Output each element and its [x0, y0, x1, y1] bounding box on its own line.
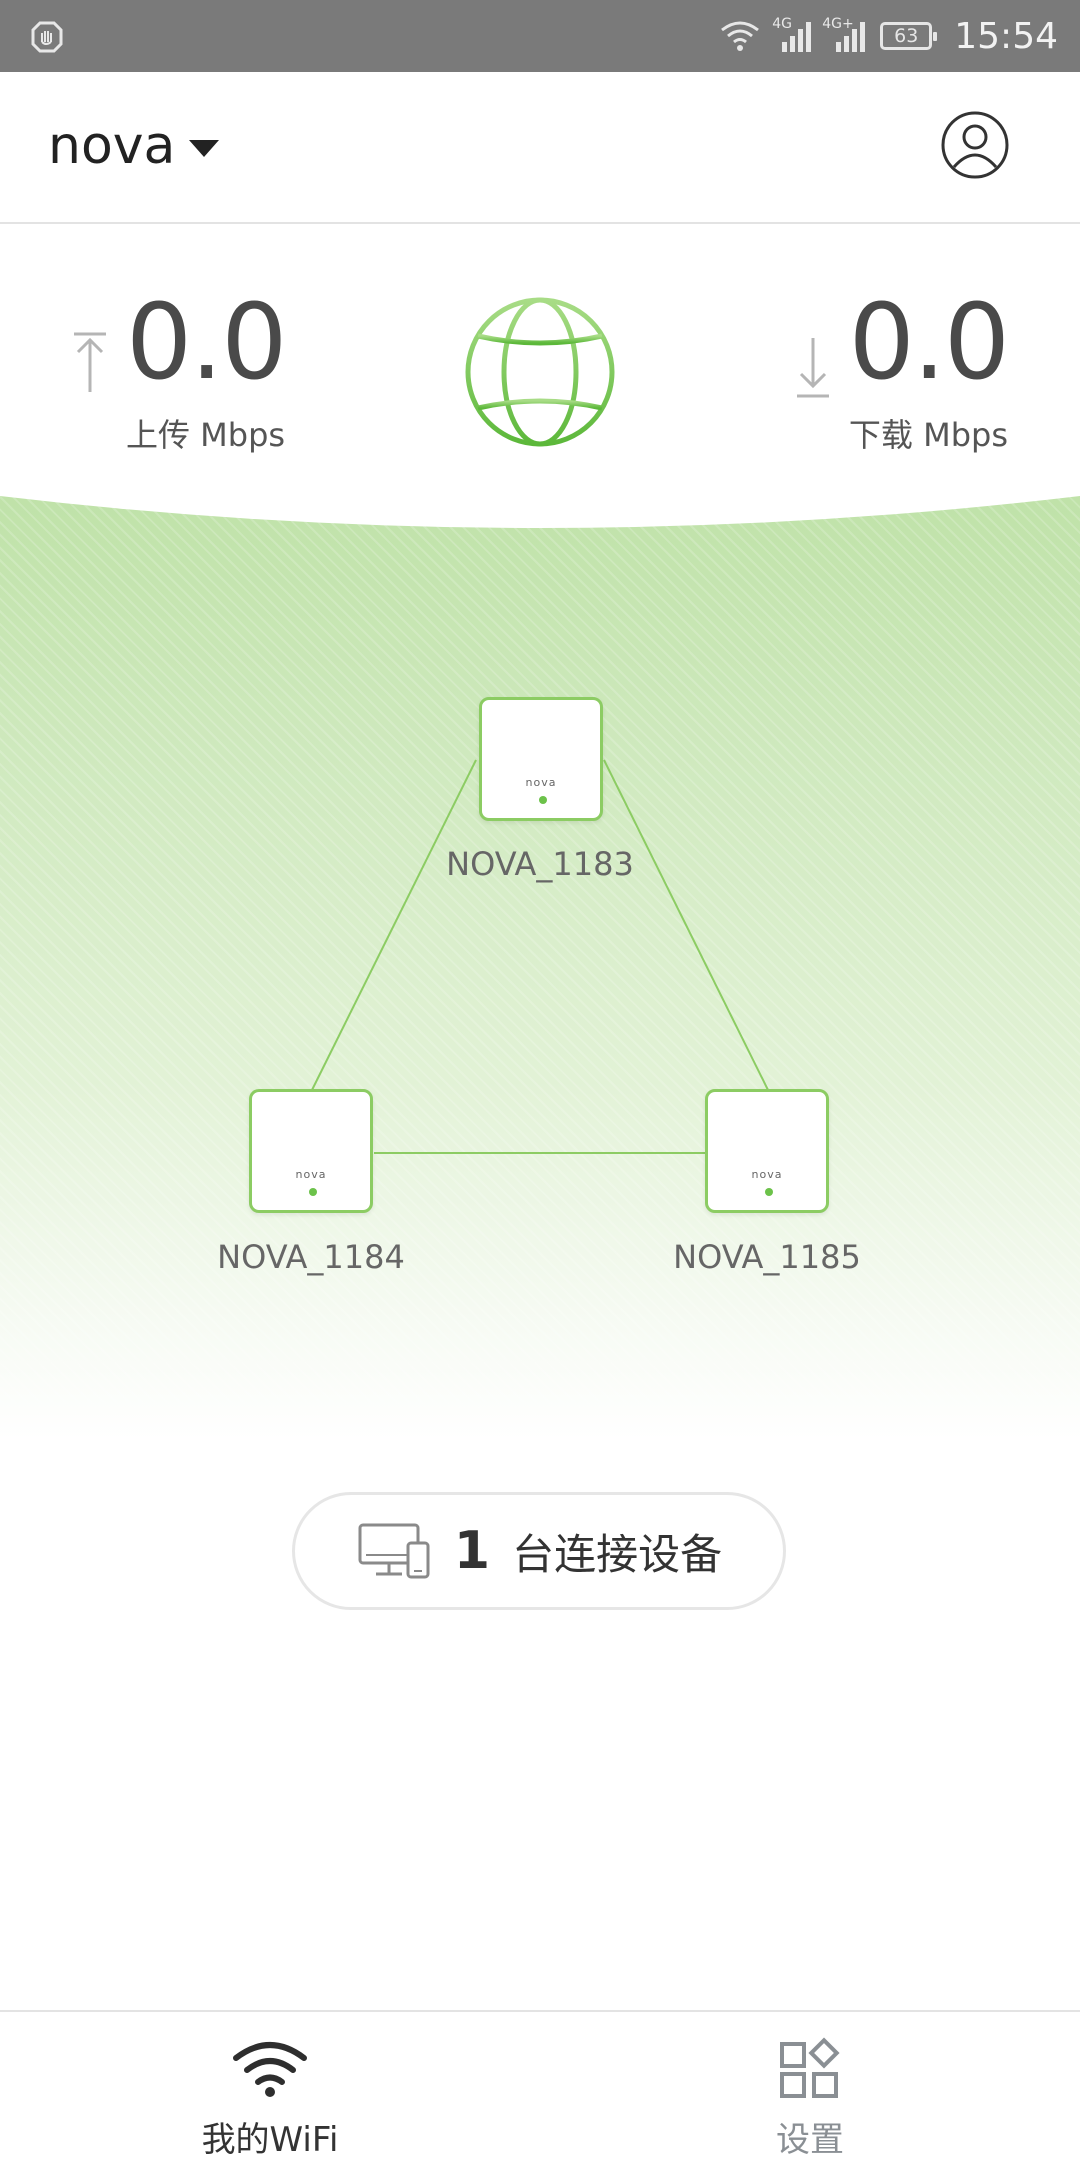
- status-led: [309, 1188, 317, 1196]
- status-led: [539, 796, 547, 804]
- network-type-label: 4G: [772, 16, 793, 32]
- nav-label: 我的WiFi: [201, 2120, 339, 2160]
- wave-divider: [0, 490, 1080, 528]
- node-logo: nova: [295, 1168, 327, 1181]
- node-logo: nova: [525, 776, 557, 789]
- node-logo: nova: [751, 1168, 783, 1181]
- download-value: 0.0: [848, 281, 1010, 403]
- upload-speed: 0.0 上传 Mbps: [70, 281, 287, 456]
- signal-4g-plus: 4G+: [822, 16, 866, 54]
- signal-4g: 4G: [772, 16, 812, 54]
- mesh-node-1185[interactable]: nova: [705, 1089, 829, 1213]
- grid-icon: [780, 2037, 840, 2098]
- node-name: NOVA_1183: [446, 845, 634, 883]
- device-count: 1: [453, 1521, 491, 1581]
- network-type-label: 4G+: [822, 16, 854, 32]
- network-name: nova: [48, 116, 176, 176]
- node-name: NOVA_1185: [673, 1238, 861, 1276]
- wifi-icon: [721, 21, 760, 51]
- mesh-node-1184[interactable]: nova: [249, 1089, 373, 1213]
- connected-devices-button[interactable]: 1 台连接设备: [292, 1492, 786, 1610]
- bottom-nav: 我的WiFi 设置: [0, 2010, 1080, 2162]
- app-header: nova: [0, 72, 1080, 224]
- upload-label: 上传 Mbps: [126, 416, 286, 454]
- status-time: 15:54: [954, 15, 1058, 57]
- download-arrow-icon: [796, 338, 829, 398]
- wifi-icon: [233, 2042, 307, 2097]
- battery-level: 63: [894, 25, 919, 47]
- nav-item-settings[interactable]: 设置: [540, 2012, 1080, 2162]
- device-count-label: 台连接设备: [512, 1529, 723, 1579]
- topology-background: [0, 490, 1080, 1440]
- nav-item-my-wifi[interactable]: 我的WiFi: [0, 2012, 540, 2162]
- nav-label: 设置: [776, 2120, 844, 2160]
- download-speed: 0.0 下载 Mbps: [793, 281, 1010, 456]
- download-label: 下载 Mbps: [848, 416, 1008, 454]
- mesh-node-1183[interactable]: nova: [479, 697, 603, 821]
- node-name: NOVA_1184: [217, 1238, 405, 1276]
- router-icon: nova: [249, 1089, 373, 1213]
- battery-icon: 63: [880, 22, 938, 50]
- upload-arrow-icon: [74, 332, 106, 392]
- router-icon: nova: [479, 697, 603, 821]
- user-icon[interactable]: [940, 110, 1010, 180]
- devices-icon: [358, 1523, 430, 1579]
- upload-value: 0.0: [126, 281, 287, 403]
- notification-icon: [31, 21, 63, 53]
- caret-down-icon: [189, 139, 220, 157]
- network-selector[interactable]: nova: [48, 116, 220, 176]
- status-bar: 4G 4G+ 63 15:54: [0, 0, 1080, 72]
- status-led: [765, 1188, 773, 1196]
- router-icon: nova: [705, 1089, 829, 1213]
- globe-icon: [465, 297, 615, 447]
